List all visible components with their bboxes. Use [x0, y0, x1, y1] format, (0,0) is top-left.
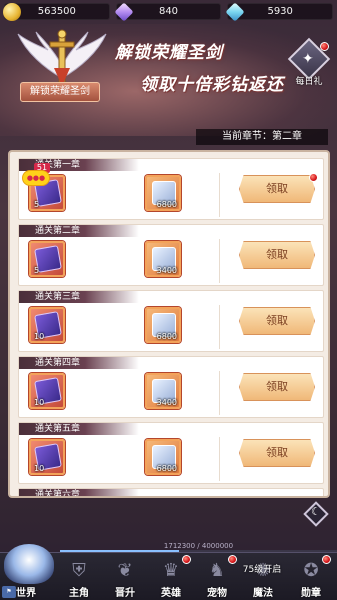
crown-icon: ♛: [162, 560, 180, 581]
reward-item-book[interactable]: 10: [29, 439, 65, 475]
current-chapter-label: 当前章节：第二章: [196, 129, 328, 145]
notification-dot: [320, 42, 329, 51]
nav-label: 晋升: [115, 588, 135, 599]
reward-list[interactable]: 通关第一章 5 6800 领取 通关第二章 5 3400 领取 通关第三章 10…: [8, 150, 330, 498]
nav-magic[interactable]: ✺ 魔法: [240, 553, 286, 600]
reward-row: 通关第四章 10 3400 领取: [18, 356, 324, 418]
pet-icon: ♞: [208, 560, 226, 581]
side-menu-button[interactable]: ☾: [303, 501, 329, 527]
notification-dot: [228, 555, 237, 564]
sword-title-label: 解锁荣耀圣剑: [20, 82, 100, 102]
notification-dot: [322, 555, 331, 564]
item-count: 3400: [156, 398, 177, 407]
notification-dot: [182, 555, 191, 564]
gold-coin-icon: [3, 2, 21, 21]
gift-icon: ✦: [302, 51, 314, 67]
claim-button[interactable]: 领取: [239, 439, 315, 467]
nav-label: 魔法: [253, 588, 273, 599]
nav-hero-main[interactable]: ⛨ 主角: [56, 553, 102, 600]
chapter-title: 通关第五章: [19, 423, 139, 435]
reward-item-chest[interactable]: 6800: [145, 439, 181, 475]
medal-icon: ✪: [303, 560, 319, 581]
reward-item-book[interactable]: 10: [29, 373, 65, 409]
row-divider: [219, 437, 220, 481]
item-count: 3400: [156, 266, 177, 275]
reward-row: 通关第六章: [18, 488, 324, 496]
row-divider: [219, 173, 220, 217]
nav-label: 勋章: [301, 588, 321, 599]
purple-gem-icon: [114, 1, 134, 22]
nav-medals[interactable]: ✪ 勋章: [288, 553, 334, 600]
nav-label: 主角: [69, 588, 89, 599]
claim-button[interactable]: 领取: [239, 175, 315, 203]
chapter-title: 通关第二章: [19, 225, 139, 237]
nav-pets[interactable]: ♞ 宠物: [194, 553, 240, 600]
claim-button[interactable]: 领取: [239, 373, 315, 401]
item-count: 5: [34, 200, 40, 209]
purple-gem-counter[interactable]: 840: [114, 1, 222, 22]
claim-button[interactable]: 领取: [239, 241, 315, 269]
chapter-title: 通关第六章: [19, 489, 139, 496]
item-count: 5: [34, 266, 40, 275]
gold-counter[interactable]: 563500: [3, 2, 110, 21]
blue-gem-amount: 5930: [267, 5, 293, 17]
notification-dot: [309, 173, 318, 182]
row-divider: [219, 371, 220, 415]
reward-row: 通关第一章 5 6800 领取: [18, 158, 324, 220]
chat-bubble-icon: ●●●: [22, 170, 50, 186]
reward-item-chest[interactable]: 6800: [145, 175, 181, 211]
currency-bar: 563500 840 5930: [0, 0, 337, 22]
reward-item-book[interactable]: 5: [29, 241, 65, 277]
item-count: 6800: [156, 332, 177, 341]
reward-row: 通关第二章 5 3400 领取: [18, 224, 324, 286]
nav-label: 宠物: [207, 588, 227, 599]
reward-row: 通关第三章 10 6800 领取: [18, 290, 324, 352]
swirl-icon: ☾: [311, 505, 321, 518]
item-count: 6800: [156, 200, 177, 209]
nav-world[interactable]: ⚑ 世界: [0, 542, 58, 600]
level-badge: 51 ●●●: [12, 160, 52, 186]
item-count: 10: [34, 464, 45, 473]
quick-badge-icon: ⚑: [2, 586, 16, 598]
nav-label: 英雄: [161, 588, 181, 599]
reward-item-chest[interactable]: 6800: [145, 307, 181, 343]
nav-heroes[interactable]: ♛ 英雄: [148, 553, 194, 600]
daily-gift-button[interactable]: ✦ 每日礼: [287, 37, 331, 87]
reward-item-book[interactable]: 10: [29, 307, 65, 343]
gold-amount: 563500: [37, 5, 76, 17]
banner-headline: 解锁荣耀圣剑: [115, 43, 223, 63]
world-orb-icon: [4, 544, 54, 584]
wings-icon: ❦: [117, 560, 133, 581]
helmet-icon: ⛨: [72, 560, 86, 581]
item-count: 6800: [156, 464, 177, 473]
daily-gift-label: 每日礼: [295, 77, 323, 87]
blue-gem-counter[interactable]: 5930: [225, 1, 334, 22]
item-count: 10: [34, 398, 45, 407]
reward-item-chest[interactable]: 3400: [145, 373, 181, 409]
purple-gem-amount: 840: [158, 5, 179, 17]
claim-button[interactable]: 领取: [239, 307, 315, 335]
nav-label: 世界: [16, 588, 36, 599]
nav-promote[interactable]: ❦ 晋升: [102, 553, 148, 600]
reward-row: 通关第五章 10 6800 领取: [18, 422, 324, 484]
item-count: 10: [34, 332, 45, 341]
blue-gem-icon: [225, 1, 245, 22]
unlock-level-tip: 75级开启: [242, 565, 282, 575]
row-divider: [219, 305, 220, 349]
banner-subheadline: 领取十倍彩钻返还: [140, 75, 284, 95]
row-divider: [219, 239, 220, 283]
chapter-title: 通关第三章: [19, 291, 139, 303]
reward-item-chest[interactable]: 3400: [145, 241, 181, 277]
chapter-title: 通关第四章: [19, 357, 139, 369]
